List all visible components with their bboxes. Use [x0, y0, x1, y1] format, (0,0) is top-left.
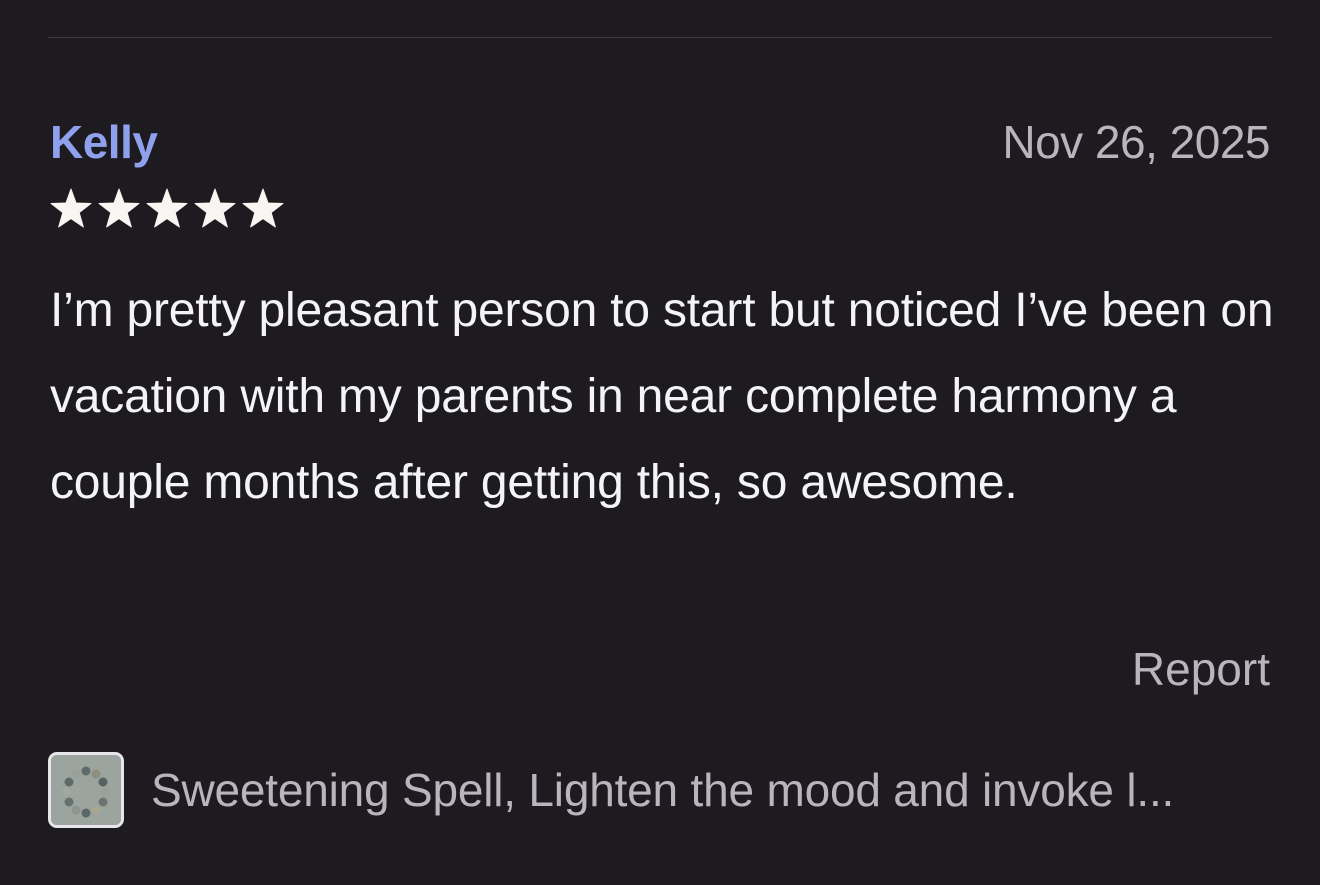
review-card: Kelly Nov 26, 2025 I’m pretty pleasant p… — [0, 0, 1320, 885]
star-rating — [48, 187, 286, 231]
star-icon — [144, 187, 190, 231]
bead-bracelet-thumbnail-icon — [48, 752, 124, 828]
review-text: I’m pretty pleasant person to start but … — [50, 284, 1274, 509]
top-divider — [48, 37, 1272, 38]
star-icon — [192, 187, 238, 231]
star-icon — [48, 187, 94, 231]
star-icon — [96, 187, 142, 231]
product-link[interactable]: Sweetening Spell, Lighten the mood and i… — [48, 752, 1174, 828]
report-button[interactable]: Report — [1132, 640, 1270, 698]
product-title: Sweetening Spell, Lighten the mood and i… — [151, 764, 1175, 816]
review-date: Nov 26, 2025 — [1002, 116, 1270, 168]
star-icon — [240, 187, 286, 231]
reviewer-name-link[interactable]: Kelly — [50, 112, 158, 172]
